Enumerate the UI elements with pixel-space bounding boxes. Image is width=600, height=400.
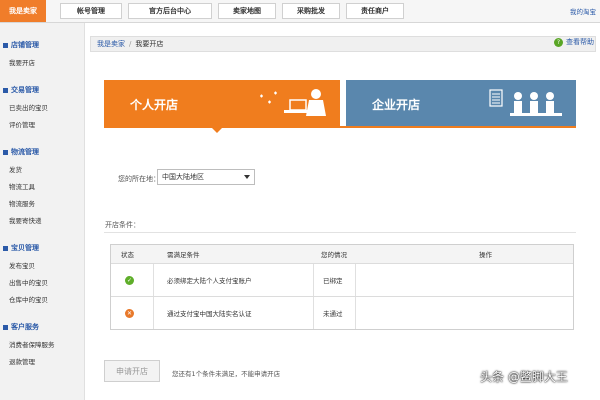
- cross-icon: ✕: [125, 308, 134, 318]
- help-link[interactable]: ? 查看帮助: [554, 37, 594, 47]
- help-link-label: 查看帮助: [566, 38, 594, 46]
- breadcrumb: 我是卖家 / 我要开店: [90, 36, 596, 52]
- sidebar-section-label: 客户服务: [11, 323, 39, 331]
- sidebar-item-protection[interactable]: 消费者保障服务: [9, 339, 55, 349]
- watermark: 头条 @鳖脚大王: [480, 370, 568, 384]
- sidebar-section-shop[interactable]: 店铺管理: [3, 40, 39, 50]
- chevron-down-icon: [244, 175, 250, 179]
- unmet-condition-note: 您还有1个条件未满足，不能申请开店: [172, 370, 281, 378]
- table-header-condition: 需满足条件: [167, 251, 200, 259]
- sidebar-section-trade[interactable]: 交易管理: [3, 85, 39, 95]
- column-divider: [355, 264, 356, 296]
- column-divider: [355, 297, 356, 329]
- condition-cell: 必须绑定大陆个人支付宝账户: [167, 277, 252, 285]
- conditions-table: 状态 需满足条件 您的情况 操作 ✓ 必须绑定大陆个人支付宝账户 已绑定 ✕ 通…: [110, 244, 574, 330]
- sidebar-item-logistics-tools[interactable]: 物流工具: [9, 181, 35, 191]
- nav-tab-account[interactable]: 帐号管理: [60, 3, 122, 19]
- tab-enterprise-shop-label: 企业开店: [372, 98, 421, 112]
- tab-personal-shop[interactable]: 个人开店: [104, 80, 340, 126]
- sidebar: 店铺管理 我要开店 交易管理 已卖出的宝贝 评价管理 物流管理 发货 物流工具 …: [0, 23, 85, 400]
- top-nav-bar: 我是卖家 帐号管理 官方后台中心 卖家地图 采购批发 责任商户 我的淘宝: [0, 0, 600, 23]
- sidebar-section-logistics[interactable]: 物流管理: [3, 147, 39, 157]
- nav-tab-label: 卖家地图: [233, 7, 261, 15]
- my-taobao-link[interactable]: 我的淘宝: [570, 6, 596, 16]
- sidebar-section-label: 交易管理: [11, 86, 39, 94]
- table-header-situation: 您的情况: [321, 251, 347, 259]
- check-icon: ✓: [125, 275, 134, 285]
- nav-tab-seller-map[interactable]: 卖家地图: [218, 3, 276, 19]
- breadcrumb-current: 我要开店: [135, 40, 164, 48]
- condition-cell: 通过支付宝中国大陆实名认证: [167, 310, 252, 318]
- square-icon: [3, 42, 8, 48]
- table-header-row: 状态 需满足条件 您的情况 操作: [111, 245, 573, 264]
- column-divider: [153, 297, 154, 329]
- square-icon: [3, 87, 8, 93]
- help-icon: ?: [554, 37, 563, 47]
- nav-tab-official-center[interactable]: 官方后台中心: [128, 3, 212, 19]
- situation-cell: 未通过: [323, 310, 343, 318]
- nav-tab-merchant[interactable]: 责任商户: [346, 3, 404, 19]
- nav-tab-label: 采购批发: [297, 7, 325, 15]
- table-header-action: 操作: [479, 251, 492, 259]
- square-icon: [3, 324, 8, 330]
- breadcrumb-separator: /: [129, 40, 132, 48]
- sidebar-section-items[interactable]: 宝贝管理: [3, 243, 39, 253]
- sidebar-item-reviews[interactable]: 评价管理: [9, 119, 35, 129]
- brand-label: 我是卖家: [9, 7, 37, 15]
- sidebar-item-logistics-service[interactable]: 物流服务: [9, 198, 35, 208]
- active-tab-caret: [210, 126, 224, 133]
- square-icon: [3, 149, 8, 155]
- nav-tab-label: 责任商户: [361, 7, 389, 15]
- sidebar-item-refund[interactable]: 退款管理: [9, 356, 35, 366]
- situation-cell: 已绑定: [323, 277, 343, 285]
- seller-center-tab[interactable]: 我是卖家: [0, 0, 46, 22]
- column-divider: [153, 264, 154, 296]
- meeting-people-icon: [489, 89, 562, 116]
- sidebar-item-open-shop[interactable]: 我要开店: [9, 57, 35, 67]
- tab-enterprise-shop[interactable]: 企业开店: [346, 80, 576, 126]
- table-row: ✓ 必须绑定大陆个人支付宝账户 已绑定: [111, 264, 573, 297]
- sidebar-item-on-sale[interactable]: 出售中的宝贝: [9, 277, 48, 287]
- square-icon: [3, 245, 8, 251]
- apply-shop-button[interactable]: 申请开店: [104, 360, 160, 382]
- sidebar-section-label: 店铺管理: [11, 41, 39, 49]
- conditions-label: 开店条件：: [105, 221, 140, 229]
- nav-tab-wholesale[interactable]: 采购批发: [282, 3, 340, 19]
- sidebar-item-publish[interactable]: 发布宝贝: [9, 260, 35, 270]
- sidebar-item-warehouse[interactable]: 仓库中的宝贝: [9, 294, 48, 304]
- sidebar-section-label: 宝贝管理: [11, 244, 39, 252]
- table-row: ✕ 通过支付宝中国大陆实名认证 未通过: [111, 297, 573, 329]
- person-at-laptop-icon: [260, 89, 326, 116]
- breadcrumb-root-link[interactable]: 我是卖家: [97, 39, 125, 49]
- sidebar-item-sold[interactable]: 已卖出的宝贝: [9, 102, 48, 112]
- divider: [104, 232, 576, 233]
- sidebar-section-label: 物流管理: [11, 148, 39, 156]
- location-label: 您的所在地：: [118, 175, 160, 183]
- tab-personal-shop-label: 个人开店: [130, 98, 179, 112]
- sidebar-item-express[interactable]: 我要寄快递: [9, 215, 42, 225]
- sidebar-item-ship[interactable]: 发货: [9, 164, 22, 174]
- nav-tab-label: 帐号管理: [77, 7, 105, 15]
- status-cell: ✕: [125, 297, 134, 329]
- location-select-value: 中国大陆地区: [162, 173, 204, 181]
- column-divider: [313, 297, 314, 329]
- table-header-status: 状态: [121, 251, 134, 259]
- nav-tab-label: 官方后台中心: [149, 7, 191, 15]
- status-cell: ✓: [125, 264, 134, 296]
- location-select[interactable]: 中国大陆地区: [157, 169, 255, 185]
- column-divider: [313, 264, 314, 296]
- sidebar-section-service[interactable]: 客户服务: [3, 322, 39, 332]
- tab-underline: [104, 126, 576, 128]
